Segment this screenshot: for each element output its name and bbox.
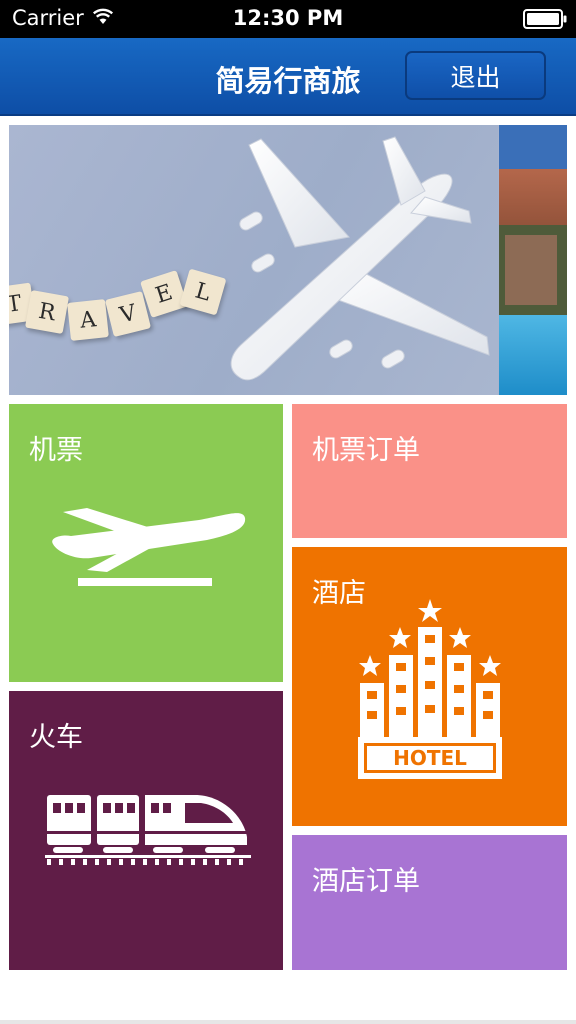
letter-tile: V — [104, 290, 152, 338]
tile-flight-label: 机票 — [29, 435, 83, 466]
letter-tile: A — [67, 299, 109, 341]
star-icon — [449, 627, 471, 648]
battery-icon — [523, 9, 567, 29]
airplane-takeoff-icon — [52, 508, 246, 586]
nav-bar: 简易行商旅 退出 — [0, 38, 576, 116]
banner-slide-resort[interactable] — [499, 125, 567, 395]
star-icon — [359, 655, 381, 676]
hotel-sign-text: HOTEL — [393, 746, 467, 770]
star-icon — [418, 599, 442, 622]
tile-flight[interactable]: 机票 — [9, 404, 283, 682]
banner-carousel[interactable]: T R A V E L — [9, 125, 567, 395]
page-title: 简易行商旅 — [215, 64, 361, 98]
status-bar: Carrier 12:30 PM — [0, 0, 576, 38]
letter-tile: E — [140, 270, 188, 318]
hotel-building-icon: HOTEL — [358, 599, 502, 779]
tile-flight-order[interactable]: 机票订单 — [292, 404, 567, 538]
logout-button[interactable]: 退出 — [405, 51, 546, 100]
airplane-image — [230, 136, 490, 381]
status-time: 12:30 PM — [232, 6, 344, 30]
resort-building — [505, 235, 557, 305]
letter-tile: R — [24, 289, 70, 335]
tile-train[interactable]: 火车 — [9, 691, 283, 970]
tile-flight-order-label: 机票订单 — [312, 435, 420, 466]
tile-hotel-order[interactable]: 酒店订单 — [292, 835, 567, 970]
tile-hotel[interactable]: 酒店 HOTEL — [292, 547, 567, 826]
tile-hotel-order-label: 酒店订单 — [312, 866, 420, 897]
high-speed-train-icon — [45, 795, 251, 865]
tile-train-label: 火车 — [29, 722, 83, 753]
star-icon — [479, 655, 501, 676]
banner-slide-travel[interactable]: T R A V E L — [9, 125, 498, 395]
bottom-divider — [0, 1020, 576, 1024]
star-icon — [389, 627, 411, 648]
resort-pool-image — [499, 315, 567, 395]
